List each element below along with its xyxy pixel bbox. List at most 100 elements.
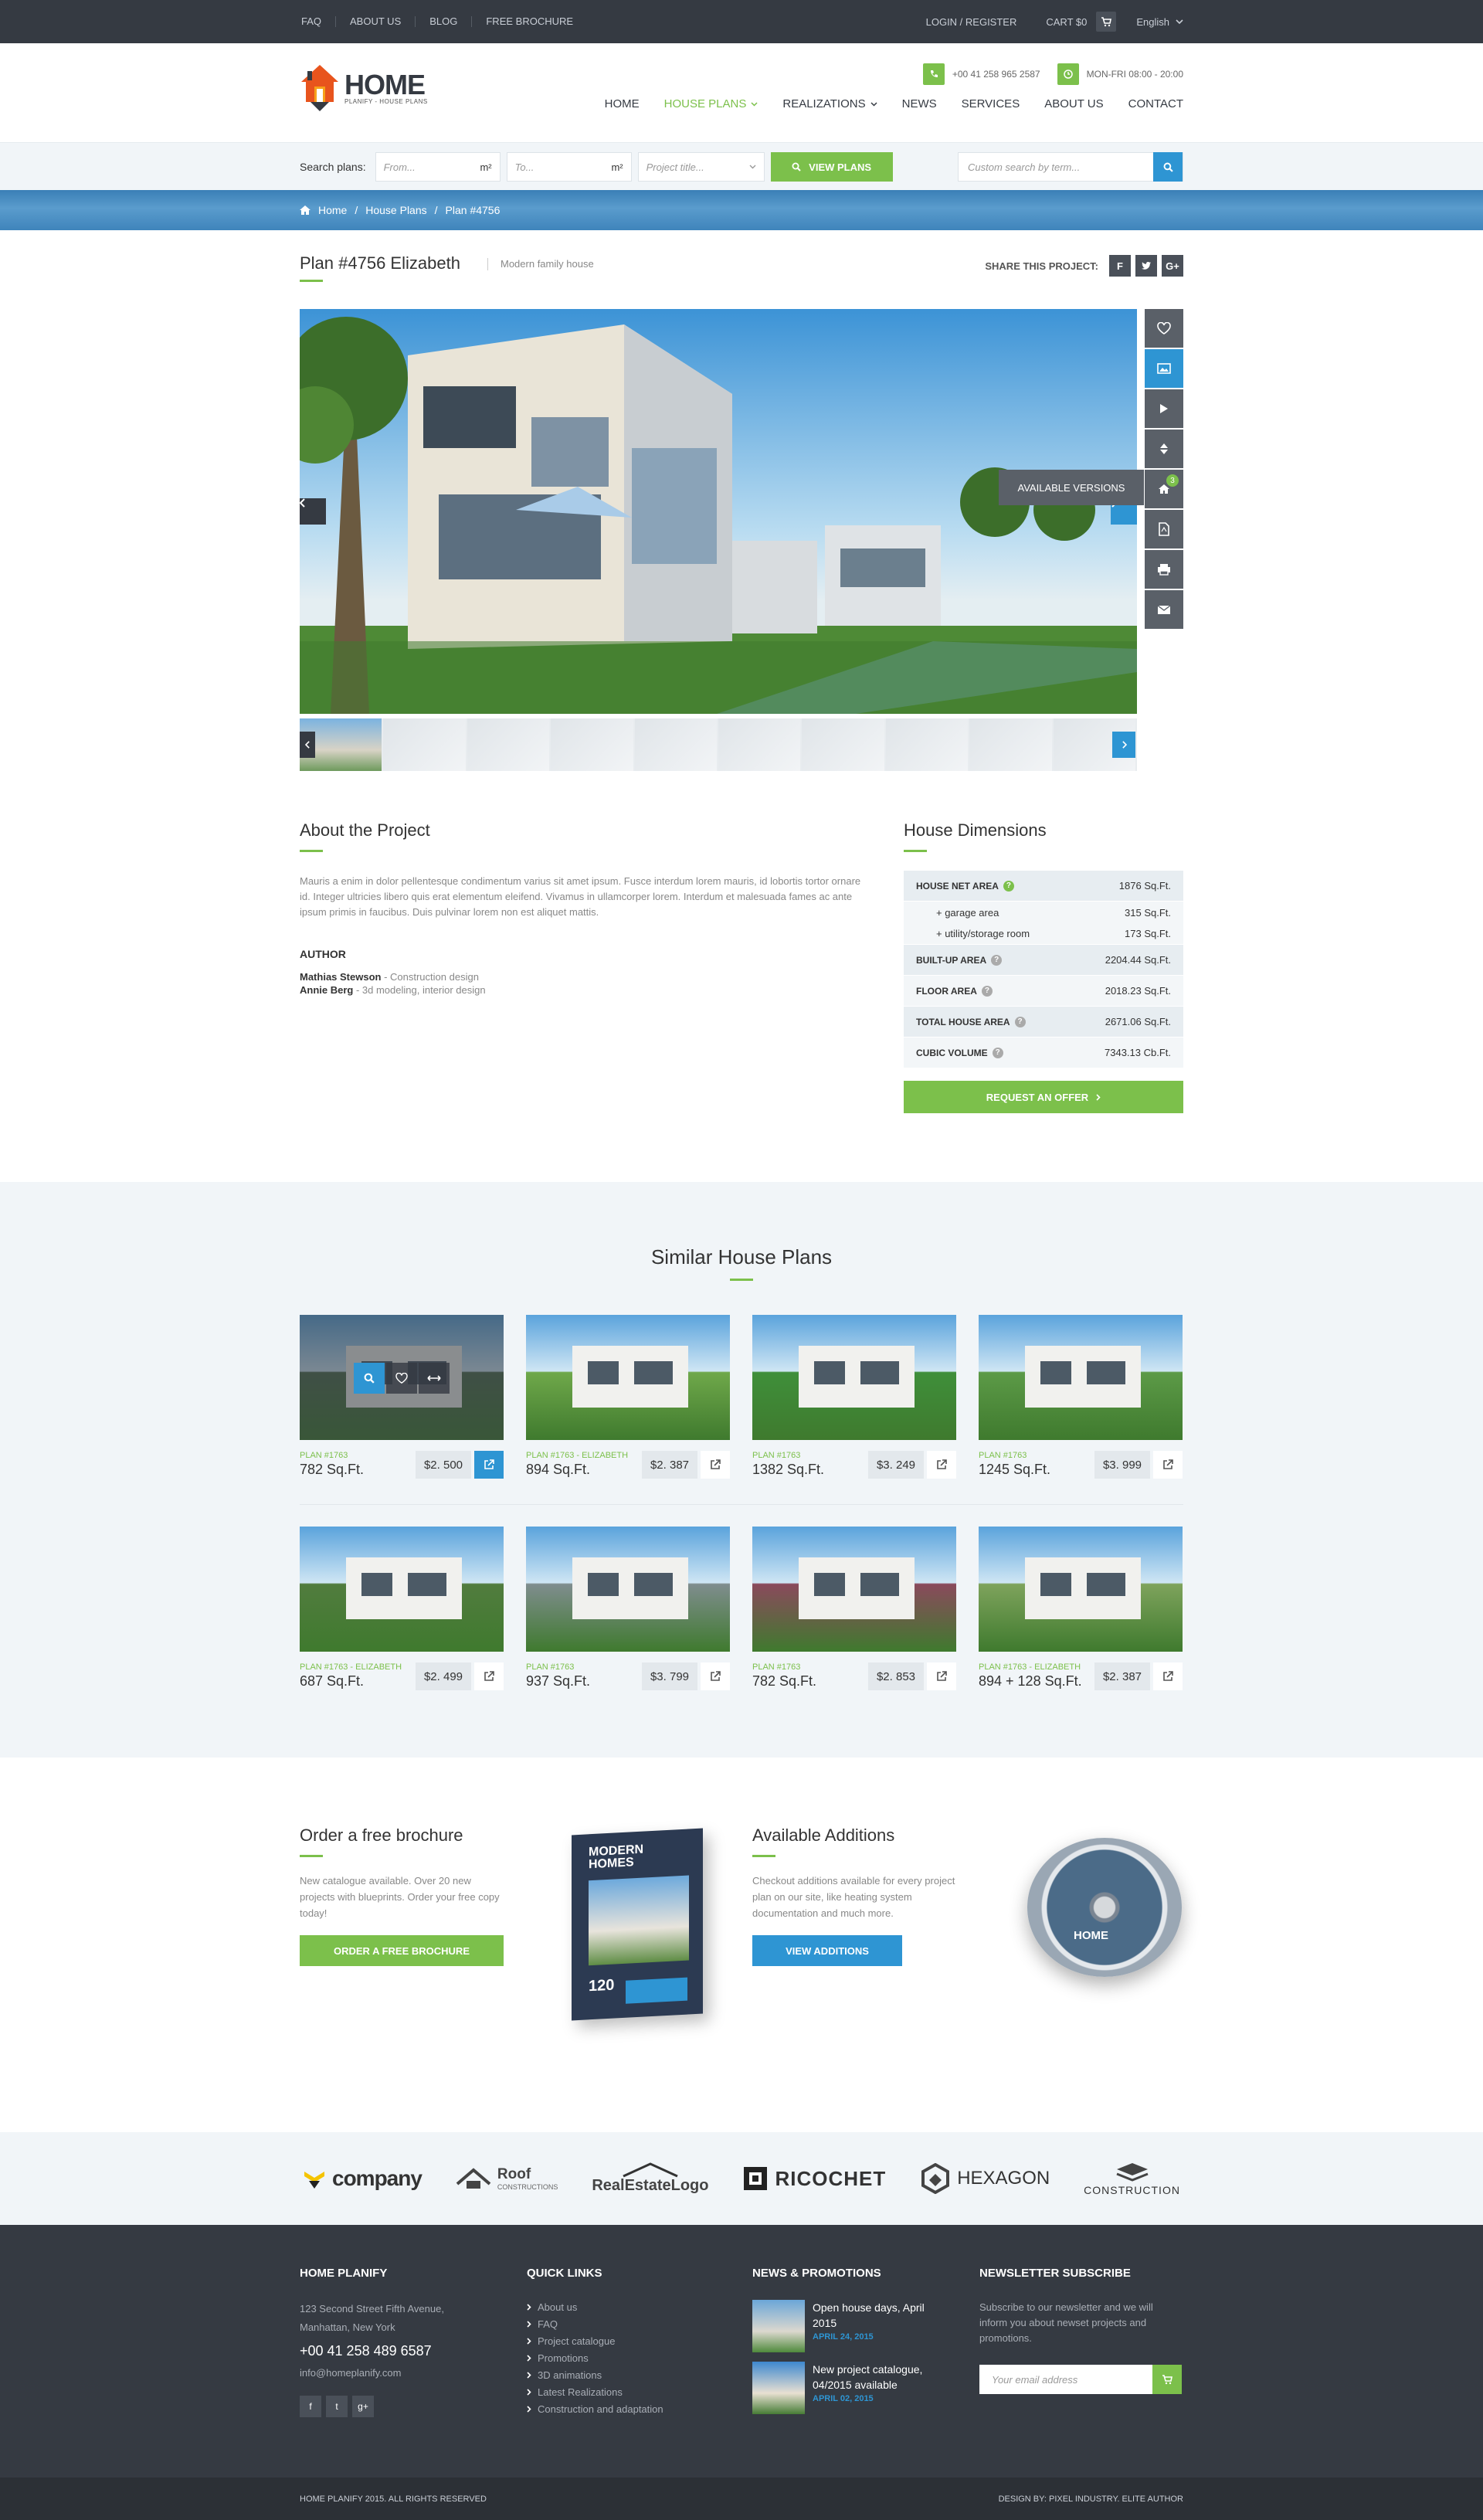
promo-section: Order a free brochure New catalogue avai…	[0, 1758, 1483, 2132]
newsletter-submit-button[interactable]	[1152, 2365, 1182, 2394]
plan-card[interactable]: PLAN #1763 782 Sq.Ft. $2. 853	[752, 1527, 956, 1690]
thumbnail[interactable]	[718, 718, 801, 771]
thumbnail[interactable]	[383, 718, 466, 771]
help-icon[interactable]: ?	[981, 985, 993, 997]
google-plus-icon[interactable]: g+	[352, 2396, 374, 2417]
partner-logo-company[interactable]: company	[303, 2166, 423, 2191]
footer-phone[interactable]: +00 41 258 489 6587	[300, 2343, 493, 2359]
news-item[interactable]: Open house days, April 2015 APRIL 24, 201…	[752, 2300, 961, 2352]
author-1: Mathias Stewson - Construction design	[300, 971, 479, 983]
footer-email[interactable]: info@homeplanify.com	[300, 2367, 493, 2379]
sort-icon[interactable]	[1145, 430, 1183, 468]
plan-card[interactable]: PLAN #1763 1382 Sq.Ft. $3. 249	[752, 1315, 956, 1479]
twitter-icon[interactable]: t	[326, 2396, 348, 2417]
search-icon[interactable]	[354, 1363, 385, 1394]
partner-logo-ricochet[interactable]: RICOCHET	[742, 2165, 886, 2192]
print-icon[interactable]	[1145, 550, 1183, 589]
plan-image[interactable]	[979, 1527, 1183, 1652]
quick-link[interactable]: Promotions	[527, 2352, 720, 2364]
thumbnail[interactable]	[467, 718, 550, 771]
house-window	[814, 1361, 845, 1384]
house-window	[814, 1573, 845, 1596]
plan-card[interactable]: PLAN #1763 - ELIZABETH 894 Sq.Ft. $2. 387	[526, 1315, 730, 1479]
external-link-icon[interactable]	[1153, 1451, 1183, 1479]
quick-link[interactable]: 3D animations	[527, 2369, 720, 2381]
thumbs-next-button[interactable]	[1112, 732, 1135, 758]
partner-logos: company Roof CONSTRUCTIONS RealEstateLogo…	[0, 2132, 1483, 2225]
request-offer-button[interactable]: REQUEST AN OFFER	[904, 1081, 1183, 1113]
thumbnail[interactable]	[551, 718, 633, 771]
house-photo	[300, 309, 1137, 714]
external-link-icon[interactable]	[701, 1451, 730, 1479]
chevron-right-icon	[527, 2355, 531, 2362]
title-underline	[904, 850, 927, 852]
plan-card[interactable]: PLAN #1763 - ELIZABETH 894 + 128 Sq.Ft. $2…	[979, 1527, 1183, 1690]
mail-icon[interactable]	[1145, 590, 1183, 629]
help-icon[interactable]: ?	[1003, 880, 1014, 892]
plan-card[interactable]: PLAN #1763 - ELIZABETH 687 Sq.Ft. $2. 499	[300, 1527, 504, 1690]
thumbnail[interactable]	[802, 718, 884, 771]
partner-logo-hexagon[interactable]: HEXAGON	[920, 2163, 1050, 2194]
thumbnail[interactable]	[885, 718, 969, 771]
thumbnail[interactable]	[634, 718, 718, 771]
plan-card[interactable]: PLAN #1763 782 Sq.Ft. $2. 500	[300, 1315, 504, 1479]
compare-icon[interactable]	[419, 1363, 450, 1394]
heart-icon[interactable]	[386, 1363, 417, 1394]
facebook-icon[interactable]: f	[300, 2396, 321, 2417]
facebook-icon[interactable]: f	[1109, 255, 1131, 277]
quick-link[interactable]: Project catalogue	[527, 2335, 720, 2347]
plan-number: PLAN #1763	[979, 1451, 1027, 1460]
quick-link[interactable]: About us	[527, 2301, 720, 2313]
google-plus-icon[interactable]: g+	[1162, 255, 1183, 277]
help-icon[interactable]: ?	[1014, 1016, 1026, 1027]
order-brochure-button[interactable]: ORDER A FREE BROCHURE	[300, 1935, 504, 1966]
quick-link[interactable]: FAQ	[527, 2318, 720, 2330]
additions-text: Checkout additions available for every p…	[752, 1875, 955, 1919]
plan-image[interactable]	[752, 1315, 956, 1440]
ricochet-logo-icon	[744, 2167, 768, 2190]
play-icon[interactable]	[1145, 389, 1183, 428]
footer: HOME PLANIFY 123 Second Street Fifth Ave…	[0, 2225, 1483, 2478]
external-link-icon[interactable]	[1153, 1662, 1183, 1690]
pdf-icon[interactable]	[1145, 510, 1183, 548]
external-link-icon[interactable]	[474, 1451, 504, 1479]
plan-card[interactable]: PLAN #1763 937 Sq.Ft. $3. 799	[526, 1527, 730, 1690]
author-label: AUTHOR	[300, 948, 346, 960]
view-additions-button[interactable]: VIEW ADDITIONS	[752, 1935, 902, 1966]
newsletter-text: Subscribe to our newsletter and we will …	[979, 2301, 1153, 2344]
plan-image[interactable]	[300, 1315, 504, 1440]
partner-logo-roof[interactable]: Roof CONSTRUCTIONS	[456, 2166, 558, 2191]
plan-image[interactable]	[526, 1527, 730, 1652]
quick-link[interactable]: Latest Realizations	[527, 2386, 720, 2398]
credits-text[interactable]: DESIGN BY: PIXEL INDUSTRY. ELITE AUTHOR	[999, 2495, 1183, 2504]
available-versions-label[interactable]: AVAILABLE VERSIONS	[999, 470, 1144, 505]
gallery-prev-button[interactable]	[300, 498, 326, 525]
footer-contact: HOME PLANIFY 123 Second Street Fifth Ave…	[300, 2267, 493, 2417]
house-versions-icon[interactable]: 3	[1145, 470, 1183, 508]
chevron-right-icon	[527, 2372, 531, 2379]
image-icon[interactable]	[1145, 349, 1183, 388]
external-link-icon[interactable]	[927, 1662, 956, 1690]
plan-image[interactable]	[979, 1315, 1183, 1440]
partner-logo-construction[interactable]: CONSTRUCTION	[1084, 2162, 1180, 2196]
plan-image[interactable]	[300, 1527, 504, 1652]
twitter-icon[interactable]	[1135, 255, 1157, 277]
plan-card[interactable]: PLAN #1763 1245 Sq.Ft. $3. 999	[979, 1315, 1183, 1479]
partner-logo-realestate[interactable]: RealEstateLogo	[592, 2162, 709, 2195]
plan-image[interactable]	[526, 1315, 730, 1440]
plan-image[interactable]	[752, 1527, 956, 1652]
thumbnail[interactable]	[969, 718, 1052, 771]
news-item[interactable]: New project catalogue, 04/2015 available…	[752, 2362, 961, 2414]
plan-price: $2. 499	[416, 1662, 471, 1690]
plan-price: $2. 387	[642, 1451, 697, 1479]
footer-col-title: NEWS & PROMOTIONS	[752, 2267, 881, 2280]
help-icon[interactable]: ?	[991, 954, 1003, 966]
heart-icon[interactable]	[1145, 309, 1183, 348]
quick-link[interactable]: Construction and adaptation	[527, 2403, 720, 2415]
newsletter-email-input[interactable]: Your email address	[979, 2365, 1152, 2394]
external-link-icon[interactable]	[701, 1662, 730, 1690]
help-icon[interactable]: ?	[992, 1047, 1003, 1058]
thumbs-prev-button[interactable]	[300, 732, 315, 758]
external-link-icon[interactable]	[474, 1662, 504, 1690]
external-link-icon[interactable]	[927, 1451, 956, 1479]
